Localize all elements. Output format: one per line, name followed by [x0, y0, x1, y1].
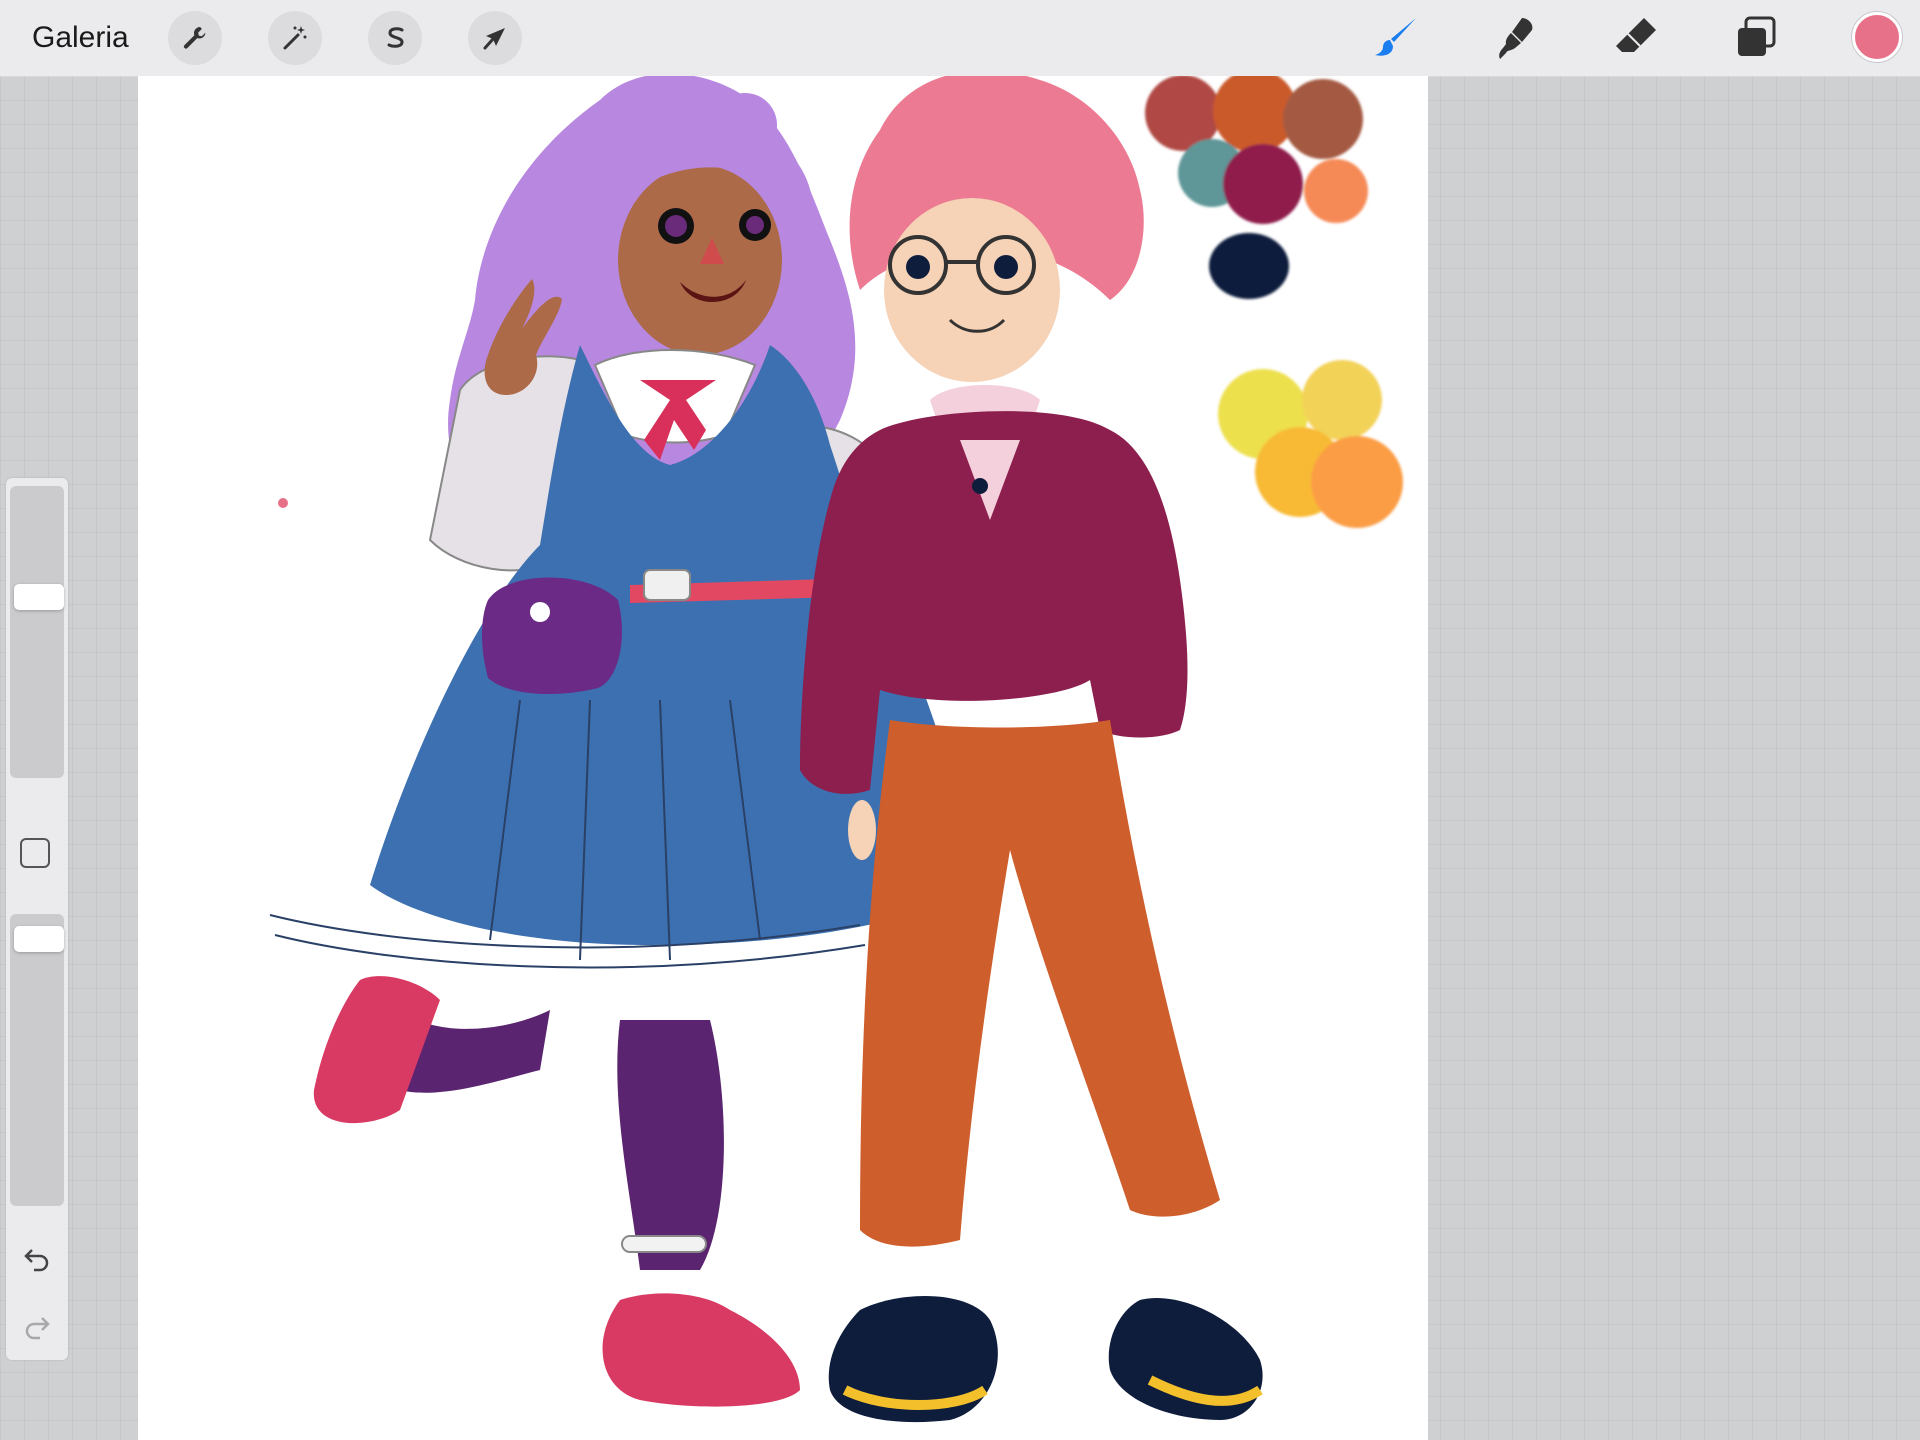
smudge-icon	[1499, 18, 1533, 59]
actions-button[interactable]	[168, 11, 222, 65]
adjustments-button[interactable]	[268, 11, 322, 65]
selection-button[interactable]	[368, 11, 422, 65]
wrench-icon	[183, 26, 206, 49]
opacity-thumb[interactable]	[14, 926, 64, 952]
brush-tool[interactable]	[1370, 12, 1422, 64]
modify-button[interactable]	[20, 838, 50, 868]
current-color-swatch[interactable]	[1852, 12, 1902, 62]
brush-size-slider[interactable]	[10, 486, 64, 778]
undo-button[interactable]	[20, 1240, 54, 1274]
undo-icon	[24, 1249, 49, 1272]
brush-size-thumb[interactable]	[14, 584, 64, 610]
boy-figure	[800, 76, 1263, 1423]
redo-icon	[25, 1317, 50, 1340]
opacity-slider[interactable]	[10, 914, 64, 1206]
eraser-tool[interactable]	[1610, 12, 1662, 64]
left-sidebar	[6, 478, 68, 1360]
artwork	[269, 76, 1403, 1423]
selection-s-icon	[387, 27, 404, 48]
layers-tool[interactable]	[1730, 12, 1782, 64]
color-palette	[1145, 76, 1403, 528]
transform-button[interactable]	[468, 11, 522, 65]
redo-button[interactable]	[20, 1308, 54, 1342]
brush-icon	[1375, 18, 1416, 56]
transform-arrow-icon	[483, 28, 505, 50]
eraser-icon	[1616, 18, 1656, 52]
magic-wand-icon	[283, 26, 307, 50]
drawing-canvas[interactable]	[138, 76, 1428, 1440]
layers-icon	[1738, 16, 1776, 56]
gallery-button[interactable]: Galeria	[32, 18, 129, 58]
top-toolbar: Galeria	[0, 0, 1920, 77]
smudge-tool[interactable]	[1490, 12, 1542, 64]
